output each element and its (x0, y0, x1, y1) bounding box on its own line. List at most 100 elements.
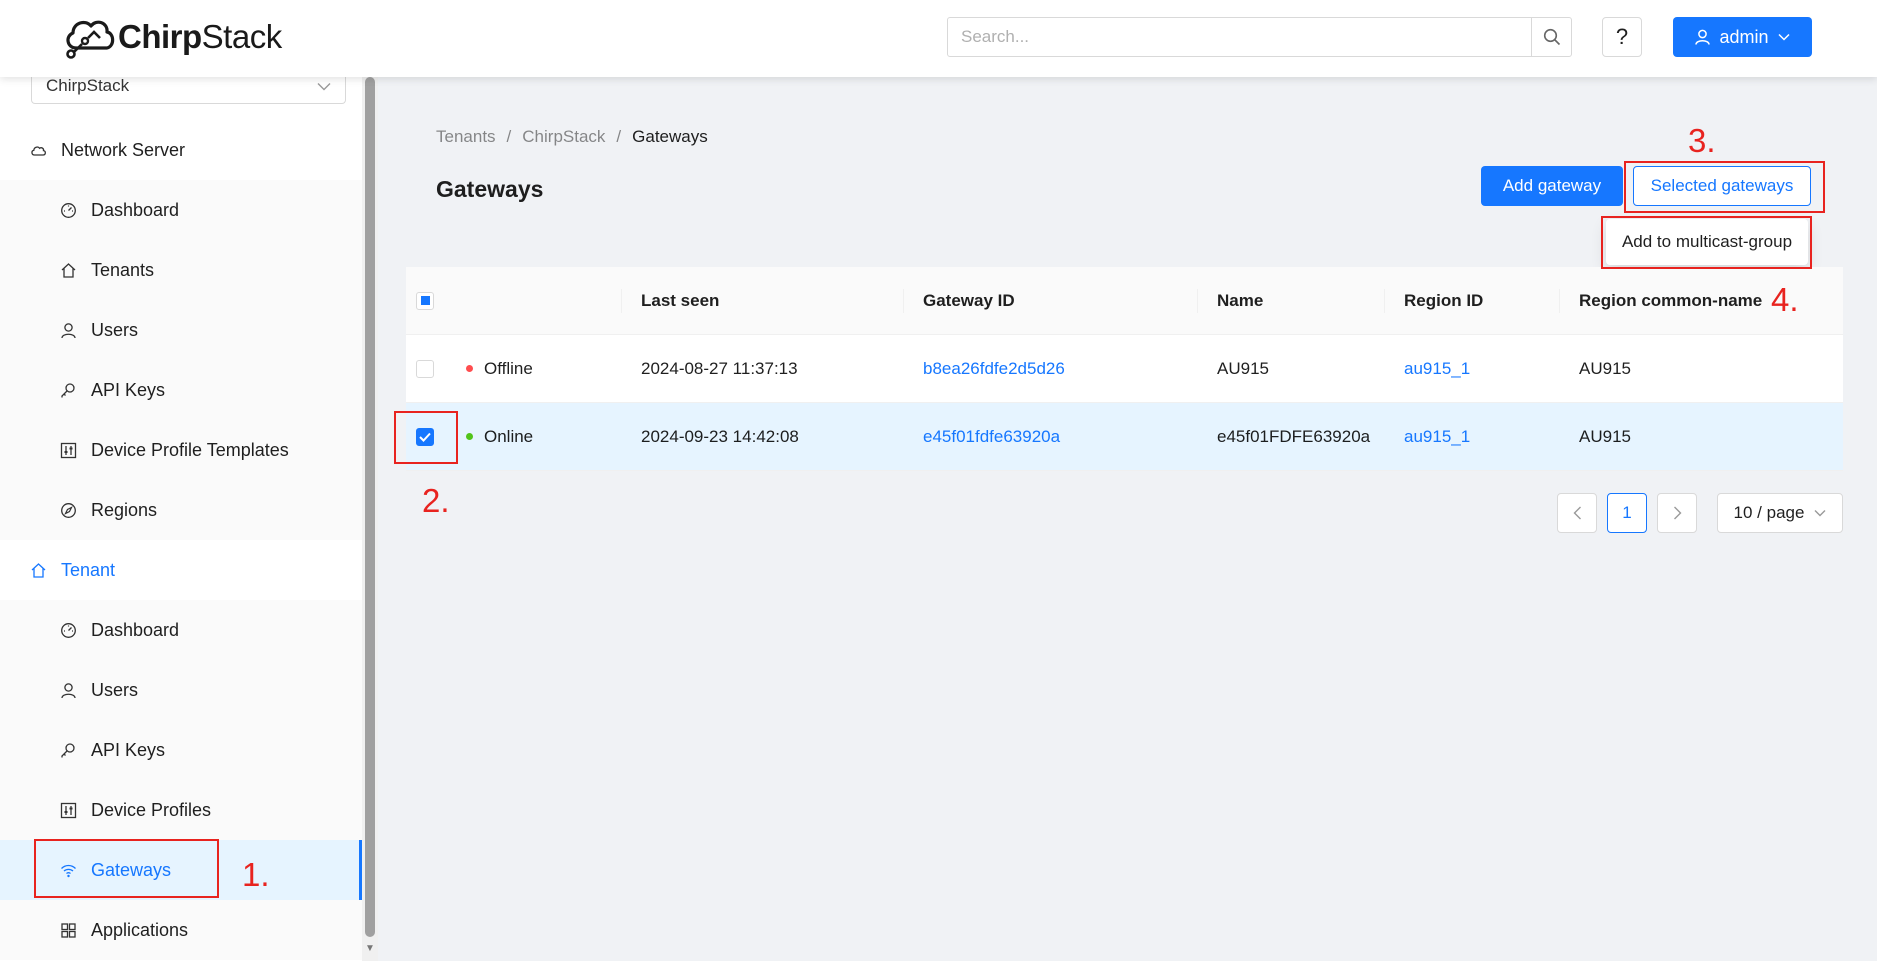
scroll-down-arrow-icon[interactable]: ▼ (365, 943, 375, 954)
sidebar-item-label: API Keys (91, 739, 166, 760)
region-common-name-cell: AU915 (1579, 426, 1631, 446)
cloud-icon (30, 142, 47, 159)
table-row[interactable]: Online 2024-09-23 14:42:08 e45f01fdfe639… (406, 403, 1843, 471)
sidebar-item-ns-dashboard[interactable]: Dashboard (0, 180, 362, 240)
chevron-down-icon (1814, 510, 1826, 517)
user-icon (60, 322, 77, 339)
search-icon (1543, 28, 1560, 46)
add-gateway-button[interactable]: Add gateway (1481, 166, 1623, 206)
last-seen-cell: 2024-08-27 11:37:13 (641, 358, 798, 378)
user-icon (60, 682, 77, 699)
annotation-number-1: 1. (242, 856, 270, 893)
user-icon (1695, 29, 1711, 45)
grid-icon (60, 922, 77, 939)
sidebar-item-label: Users (91, 319, 139, 340)
breadcrumb-gateways: Gateways (632, 127, 708, 146)
column-header-gateway-id[interactable]: Gateway ID (923, 267, 1015, 334)
sidebar-item-label: Dashboard (91, 619, 180, 640)
sidebar-item-ns-regions[interactable]: Regions (0, 480, 362, 540)
search-button[interactable] (1531, 18, 1571, 56)
column-header-region-common-name[interactable]: Region common-name (1579, 267, 1762, 334)
help-label: ? (1615, 24, 1629, 49)
help-button[interactable]: ? (1602, 17, 1642, 57)
column-divider (1384, 289, 1385, 313)
gateways-table: Last seen Gateway ID Name Region ID Regi… (406, 267, 1843, 471)
menu-group-network-server[interactable]: Network Server (0, 120, 362, 180)
column-header-name[interactable]: Name (1217, 267, 1263, 334)
breadcrumb-separator: / (506, 127, 512, 146)
key-icon (60, 382, 77, 399)
status-dot-online (466, 433, 473, 440)
breadcrumb: Tenants / ChirpStack / Gateways (436, 127, 708, 147)
sidebar-scrollbar[interactable]: ▼ (362, 77, 378, 961)
gateway-id-link[interactable]: b8ea26fdfe2d5d26 (923, 335, 1065, 402)
status-text: Offline (484, 358, 533, 378)
sidebar-item-tenant-api-keys[interactable]: API Keys (0, 720, 362, 780)
key-icon (60, 742, 77, 759)
row-checkbox[interactable] (416, 427, 434, 446)
sidebar-item-ns-users[interactable]: Users (0, 300, 362, 360)
add-to-multicast-group-item[interactable]: Add to multicast-group (1622, 232, 1792, 252)
page-size-value: 10 / page (1733, 503, 1805, 522)
user-menu-button[interactable]: admin (1673, 17, 1812, 57)
selected-gateways-button[interactable]: Selected gateways (1633, 166, 1811, 206)
region-id-link[interactable]: au915_1 (1404, 403, 1470, 470)
sidebar-item-tenant-dashboard[interactable]: Dashboard (0, 600, 362, 660)
sidebar-item-tenant-gateways[interactable]: Gateways (0, 840, 362, 900)
row-checkbox[interactable] (416, 359, 434, 378)
page-size-select[interactable]: 10 / page (1717, 493, 1843, 533)
chevron-left-icon (1573, 506, 1581, 520)
home-icon (30, 562, 47, 579)
next-page-button[interactable] (1657, 493, 1697, 533)
page-title: Gateways (436, 176, 544, 202)
column-divider (1559, 289, 1560, 313)
logo-text: ChirpStack (118, 18, 282, 55)
menu-group-label: Tenant (61, 559, 116, 580)
select-all-checkbox[interactable] (416, 291, 434, 310)
sidebar-item-label: Gateways (91, 859, 172, 880)
sidebar-item-label: Regions (91, 499, 158, 520)
checkmark-icon (419, 432, 431, 442)
chevron-right-icon (1673, 506, 1681, 520)
sidebar-item-label: Tenants (91, 259, 155, 280)
select-all-cell (416, 267, 434, 334)
sidebar-item-tenant-users[interactable]: Users (0, 660, 362, 720)
status-dot-offline (466, 365, 473, 372)
sidebar-item-tenant-device-profiles[interactable]: Device Profiles (0, 780, 362, 840)
prev-page-button[interactable] (1557, 493, 1597, 533)
scrollbar-thumb[interactable] (365, 77, 375, 937)
tenant-select-value: ChirpStack (46, 77, 130, 95)
page-number-button[interactable]: 1 (1607, 493, 1647, 533)
table-row[interactable]: Offline 2024-08-27 11:37:13 b8ea26fdfe2d… (406, 335, 1843, 403)
column-header-last-seen[interactable]: Last seen (641, 267, 719, 334)
annotation-number-2: 2. (422, 482, 450, 519)
gateway-id-link[interactable]: e45f01fdfe63920a (923, 403, 1060, 470)
chirpstack-logo[interactable]: ChirpStack (62, 14, 282, 60)
region-id-link[interactable]: au915_1 (1404, 335, 1470, 402)
menu-group-label: Network Server (61, 139, 186, 160)
tenant-select[interactable]: ChirpStack (31, 77, 346, 104)
sliders-icon (60, 802, 77, 819)
breadcrumb-tenants[interactable]: Tenants (436, 127, 496, 147)
breadcrumb-separator: / (616, 127, 622, 146)
chevron-down-icon (317, 77, 331, 95)
sidebar-item-ns-api-keys[interactable]: API Keys (0, 360, 362, 420)
menu-group-tenant[interactable]: Tenant (0, 540, 362, 600)
user-label: admin (1719, 26, 1769, 47)
sidebar-item-ns-device-profile-templates[interactable]: Device Profile Templates (0, 420, 362, 480)
sidebar-item-label: Dashboard (91, 199, 180, 220)
chevron-down-icon (1777, 33, 1790, 41)
column-divider (621, 289, 622, 313)
column-header-region-id[interactable]: Region ID (1404, 267, 1483, 334)
wifi-icon (60, 862, 77, 879)
sidebar-item-label: API Keys (91, 379, 166, 400)
top-header: ChirpStack ? admin (0, 0, 1877, 77)
sidebar-item-label: Users (91, 679, 139, 700)
annotation-number-4: 4. (1771, 281, 1799, 318)
sidebar: ChirpStack Network Server Dashboard Tena… (0, 77, 378, 961)
breadcrumb-chirpstack[interactable]: ChirpStack (522, 127, 605, 147)
row-checkbox-cell (416, 335, 434, 402)
sidebar-item-ns-tenants[interactable]: Tenants (0, 240, 362, 300)
sidebar-item-tenant-applications[interactable]: Applications (0, 900, 362, 960)
search-input[interactable] (948, 18, 1531, 56)
